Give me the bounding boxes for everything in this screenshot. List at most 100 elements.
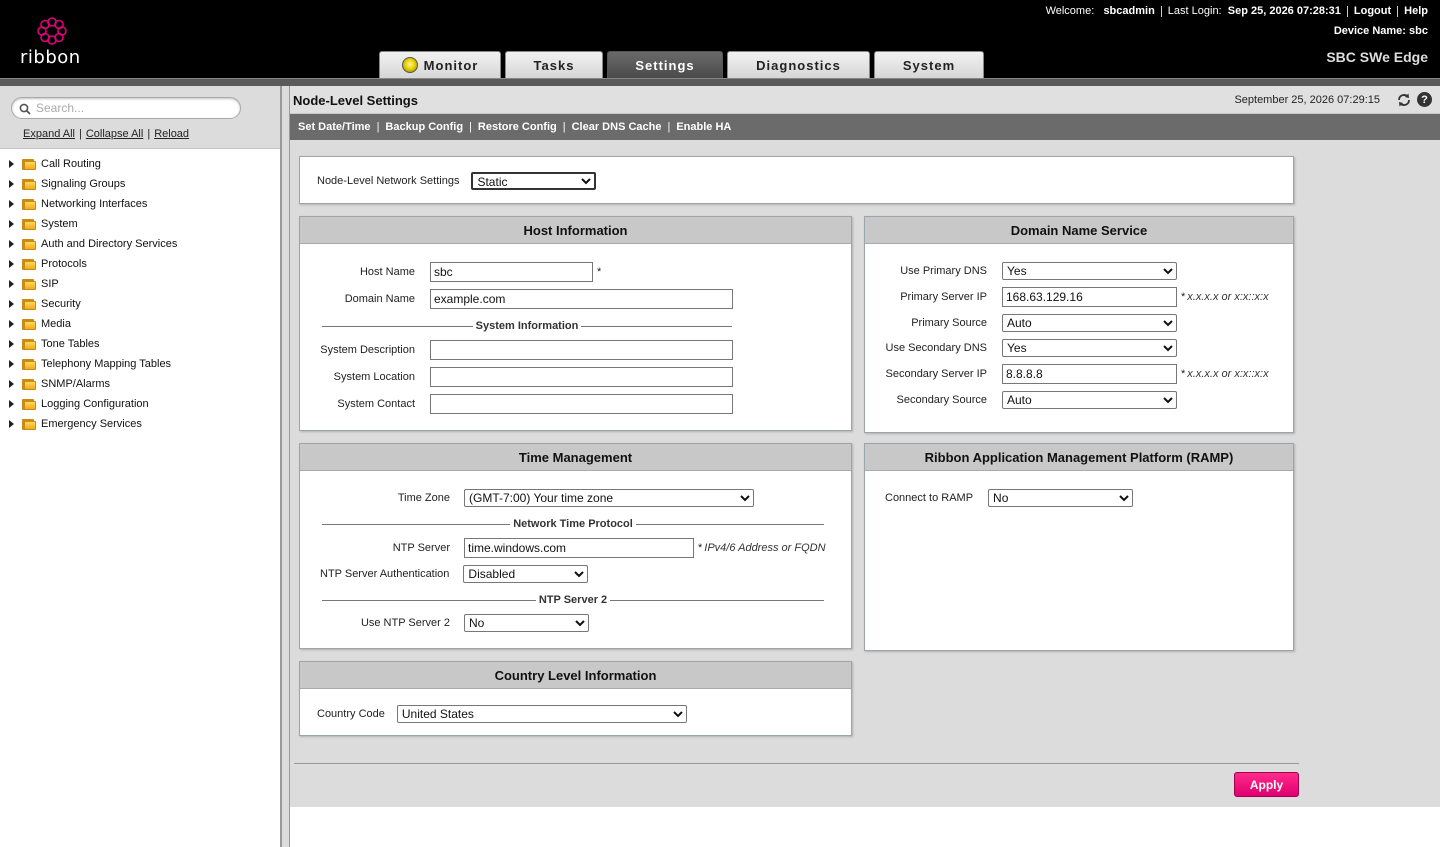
ntp-legend: Network Time Protocol bbox=[322, 518, 825, 530]
ntp-auth-select[interactable]: Disabled bbox=[463, 565, 589, 583]
time-zone-select[interactable]: (GMT-7:00) Your time zone bbox=[464, 489, 754, 507]
dns-panel: Domain Name Service Use Primary DNS Yes … bbox=[864, 216, 1294, 433]
connect-ramp-select[interactable]: No bbox=[988, 489, 1134, 507]
ntp-auth-label: NTP Server Authentication bbox=[320, 568, 450, 580]
enable-ha-link[interactable]: Enable HA bbox=[676, 121, 731, 133]
expand-all-link[interactable]: Expand All bbox=[23, 128, 75, 140]
monitor-status-icon bbox=[401, 57, 418, 73]
system-description-input[interactable] bbox=[430, 340, 733, 360]
search-box bbox=[11, 97, 241, 119]
sidebar-item-system[interactable]: System bbox=[0, 214, 177, 234]
expand-arrow-icon[interactable] bbox=[9, 200, 14, 208]
expand-arrow-icon[interactable] bbox=[9, 280, 14, 288]
welcome-label: Welcome: bbox=[1045, 5, 1095, 17]
collapse-all-link[interactable]: Collapse All bbox=[86, 128, 143, 140]
refresh-icon[interactable] bbox=[1396, 92, 1412, 108]
sidebar-item-label: Logging Configuration bbox=[41, 398, 149, 410]
sidebar-item-telephony-mapping-tables[interactable]: Telephony Mapping Tables bbox=[0, 354, 177, 374]
domain-name-input[interactable] bbox=[430, 289, 733, 309]
folder-icon bbox=[22, 318, 36, 330]
country-code-select[interactable]: United States bbox=[396, 705, 687, 723]
folder-icon bbox=[22, 258, 36, 270]
dns-title: Domain Name Service bbox=[865, 217, 1293, 244]
expand-arrow-icon[interactable] bbox=[9, 420, 14, 428]
restore-config-link[interactable]: Restore Config bbox=[478, 121, 557, 133]
logout-link[interactable]: Logout bbox=[1354, 5, 1391, 17]
primary-source-label: Primary Source bbox=[911, 317, 987, 329]
action-bar: Set Date/Time | Backup Config | Restore Co… bbox=[290, 114, 1440, 140]
ramp-title: Ribbon Application Management Platform (… bbox=[865, 444, 1293, 471]
header-strip bbox=[0, 78, 1440, 86]
expand-arrow-icon[interactable] bbox=[9, 220, 14, 228]
sidebar-splitter[interactable] bbox=[281, 86, 290, 847]
use-ntp2-select[interactable]: No bbox=[464, 614, 589, 632]
use-secondary-dns-label: Use Secondary DNS bbox=[885, 342, 988, 354]
backup-config-link[interactable]: Backup Config bbox=[385, 121, 463, 133]
sidebar-item-logging-configuration[interactable]: Logging Configuration bbox=[0, 394, 177, 414]
clear-dns-cache-link[interactable]: Clear DNS Cache bbox=[572, 121, 662, 133]
expand-arrow-icon[interactable] bbox=[9, 400, 14, 408]
secondary-server-ip-input[interactable] bbox=[1002, 364, 1177, 384]
sidebar-item-label: SNMP/Alarms bbox=[41, 378, 111, 390]
use-primary-dns-select[interactable]: Yes bbox=[1002, 262, 1177, 280]
form-divider bbox=[294, 763, 1299, 764]
expand-arrow-icon[interactable] bbox=[9, 340, 14, 348]
folder-icon bbox=[22, 338, 36, 350]
tab-tasks[interactable]: Tasks bbox=[505, 51, 603, 78]
system-contact-input[interactable] bbox=[430, 394, 733, 414]
expand-arrow-icon[interactable] bbox=[9, 160, 14, 168]
folder-icon bbox=[22, 178, 36, 190]
username: sbcadmin bbox=[1103, 5, 1155, 17]
sidebar-item-label: Signaling Groups bbox=[41, 178, 126, 190]
reload-link[interactable]: Reload bbox=[154, 128, 189, 140]
network-settings-select[interactable]: Static bbox=[471, 172, 597, 190]
expand-arrow-icon[interactable] bbox=[9, 380, 14, 388]
expand-arrow-icon[interactable] bbox=[9, 300, 14, 308]
sidebar-item-tone-tables[interactable]: Tone Tables bbox=[0, 334, 177, 354]
sidebar-item-call-routing[interactable]: Call Routing bbox=[0, 154, 177, 174]
sidebar-item-signaling-groups[interactable]: Signaling Groups bbox=[0, 174, 177, 194]
expand-arrow-icon[interactable] bbox=[9, 360, 14, 368]
tab-system[interactable]: System bbox=[874, 51, 984, 78]
secondary-server-ip-label: Secondary Server IP bbox=[885, 368, 988, 380]
main-tabs: Monitor Tasks Settings Diagnostics Syste… bbox=[379, 51, 988, 78]
sidebar-item-label: Auth and Directory Services bbox=[41, 238, 178, 250]
apply-button[interactable]: Apply bbox=[1234, 772, 1299, 797]
search-input[interactable] bbox=[36, 100, 236, 116]
tab-settings[interactable]: Settings bbox=[607, 51, 723, 78]
sidebar-item-media[interactable]: Media bbox=[0, 314, 177, 334]
sidebar-toolbar: Expand All|Collapse All|Reload bbox=[0, 86, 280, 149]
domain-name-label: Domain Name bbox=[344, 293, 415, 305]
sidebar-item-networking-interfaces[interactable]: Networking Interfaces bbox=[0, 194, 177, 214]
folder-icon bbox=[22, 298, 36, 310]
use-ntp2-label: Use NTP Server 2 bbox=[360, 617, 450, 629]
primary-ip-hint: x.x.x.x or x:x::x:x bbox=[1187, 291, 1269, 303]
system-location-input[interactable] bbox=[430, 367, 733, 387]
primary-source-select[interactable]: Auto bbox=[1002, 314, 1177, 332]
sidebar-item-protocols[interactable]: Protocols bbox=[0, 254, 177, 274]
host-name-input[interactable] bbox=[430, 262, 593, 282]
ntp-server-hint: IPv4/6 Address or FQDN bbox=[704, 542, 826, 554]
network-settings-panel: Node-Level Network Settings Static bbox=[299, 156, 1294, 204]
tab-diagnostics[interactable]: Diagnostics bbox=[727, 51, 870, 78]
expand-arrow-icon[interactable] bbox=[9, 320, 14, 328]
expand-arrow-icon[interactable] bbox=[9, 180, 14, 188]
primary-server-ip-input[interactable] bbox=[1002, 287, 1177, 307]
help-link[interactable]: Help bbox=[1404, 5, 1428, 17]
secondary-source-select[interactable]: Auto bbox=[1002, 391, 1177, 409]
folder-icon bbox=[22, 158, 36, 170]
device-name-value: sbc bbox=[1409, 25, 1428, 37]
sidebar-item-auth-and-directory-services[interactable]: Auth and Directory Services bbox=[0, 234, 177, 254]
sidebar-item-emergency-services[interactable]: Emergency Services bbox=[0, 414, 177, 434]
tab-monitor[interactable]: Monitor bbox=[379, 51, 501, 78]
expand-arrow-icon[interactable] bbox=[9, 240, 14, 248]
sidebar-item-snmp-alarms[interactable]: SNMP/Alarms bbox=[0, 374, 177, 394]
sidebar-item-security[interactable]: Security bbox=[0, 294, 177, 314]
ntp-server-input[interactable] bbox=[464, 538, 694, 558]
system-info-legend: System Information bbox=[322, 320, 732, 332]
sidebar-item-sip[interactable]: SIP bbox=[0, 274, 177, 294]
use-secondary-dns-select[interactable]: Yes bbox=[1002, 339, 1177, 357]
expand-arrow-icon[interactable] bbox=[9, 260, 14, 268]
help-icon[interactable]: ? bbox=[1417, 92, 1432, 107]
set-date-time-link[interactable]: Set Date/Time bbox=[298, 121, 371, 133]
